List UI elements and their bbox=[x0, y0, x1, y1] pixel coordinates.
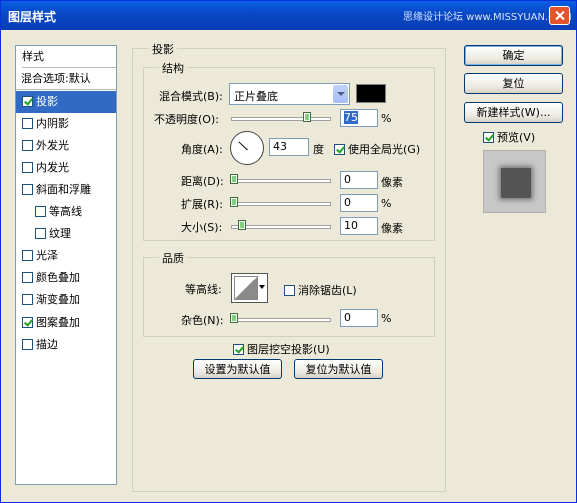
drop-shadow-title: 投影 bbox=[149, 41, 177, 57]
distance-input[interactable]: 0 bbox=[340, 171, 378, 189]
opacity-slider-track[interactable] bbox=[231, 117, 331, 121]
size-unit: 像素 bbox=[381, 222, 403, 235]
opacity-unit: % bbox=[381, 112, 392, 125]
checkbox-icon[interactable] bbox=[22, 118, 33, 129]
angle-dial-hand bbox=[238, 141, 248, 151]
checkbox-icon[interactable] bbox=[483, 132, 494, 143]
checkbox-icon[interactable] bbox=[22, 272, 33, 283]
sidebar-item-contour[interactable]: 等高线 bbox=[16, 201, 116, 223]
checkbox-icon[interactable] bbox=[284, 285, 295, 296]
opacity-input[interactable]: 75 bbox=[340, 109, 378, 127]
chevron-down-icon bbox=[333, 85, 348, 103]
distance-slider-handle[interactable] bbox=[230, 174, 238, 184]
size-slider-track[interactable] bbox=[231, 225, 331, 229]
spread-slider-track[interactable] bbox=[231, 202, 331, 206]
sidebar-item-gradient-overlay[interactable]: 渐变叠加 bbox=[16, 289, 116, 311]
checkbox-icon[interactable] bbox=[35, 228, 46, 239]
noise-slider-handle[interactable] bbox=[230, 313, 238, 323]
angle-dial[interactable] bbox=[230, 131, 264, 165]
checkbox-icon[interactable] bbox=[22, 317, 33, 328]
checkbox-icon[interactable] bbox=[334, 144, 345, 155]
new-style-button[interactable]: 新建样式(W)... bbox=[464, 102, 563, 123]
style-list: 样式 混合选项:默认 投影 内阴影 外发光 内发光 斜面和浮雕 等高线 纹理 光… bbox=[15, 45, 117, 485]
style-preview-thumbnail bbox=[483, 150, 546, 213]
spread-label: 扩展(R): bbox=[181, 198, 223, 211]
sidebar-item-outer-glow[interactable]: 外发光 bbox=[16, 135, 116, 157]
checkbox-icon[interactable] bbox=[22, 96, 33, 107]
sidebar-item-texture[interactable]: 纹理 bbox=[16, 223, 116, 245]
spread-input[interactable]: 0 bbox=[340, 194, 378, 212]
angle-unit: 度 bbox=[313, 143, 324, 156]
preview-checkbox[interactable]: 预览(V) bbox=[483, 129, 535, 145]
close-icon[interactable] bbox=[549, 6, 570, 25]
anti-alias-checkbox[interactable]: 消除锯齿(L) bbox=[284, 282, 357, 298]
noise-label: 杂色(N): bbox=[181, 314, 224, 327]
global-light-checkbox[interactable]: 使用全局光(G) bbox=[334, 141, 420, 157]
reset-button[interactable]: 复位 bbox=[464, 73, 563, 94]
shadow-color-swatch[interactable] bbox=[356, 84, 386, 103]
reset-default-button[interactable]: 复位为默认值 bbox=[294, 359, 383, 379]
contour-picker[interactable] bbox=[231, 273, 268, 303]
blend-mode-select[interactable]: 正片叠底 bbox=[229, 83, 350, 105]
knockout-checkbox[interactable]: 图层挖空投影(U) bbox=[233, 341, 330, 357]
sidebar-item-inner-shadow[interactable]: 内阴影 bbox=[16, 113, 116, 135]
watermark-text: 思缘设计论坛 www.MISSYUAN.COM bbox=[403, 12, 572, 23]
make-default-button[interactable]: 设置为默认值 bbox=[193, 359, 282, 379]
sidebar-item-bevel-emboss[interactable]: 斜面和浮雕 bbox=[16, 179, 116, 201]
style-list-header[interactable]: 样式 bbox=[22, 46, 116, 68]
ok-button[interactable]: 确定 bbox=[464, 45, 563, 66]
sidebar-item-drop-shadow[interactable]: 投影 bbox=[16, 91, 116, 113]
sidebar-item-stroke[interactable]: 描边 bbox=[16, 334, 116, 356]
distance-unit: 像素 bbox=[381, 176, 403, 189]
distance-slider-track[interactable] bbox=[231, 179, 331, 183]
blend-mode-label: 混合模式(B): bbox=[159, 90, 223, 103]
sidebar-item-pattern-overlay[interactable]: 图案叠加 bbox=[16, 312, 116, 334]
structure-title: 结构 bbox=[159, 60, 187, 76]
checkbox-icon[interactable] bbox=[22, 140, 33, 151]
angle-label: 角度(A): bbox=[181, 143, 223, 156]
noise-slider-track[interactable] bbox=[231, 318, 331, 322]
quality-title: 品质 bbox=[159, 250, 187, 266]
opacity-slider-handle[interactable] bbox=[303, 112, 311, 122]
window-title: 图层样式 bbox=[8, 10, 57, 24]
checkbox-icon[interactable] bbox=[22, 184, 33, 195]
noise-input[interactable]: 0 bbox=[340, 309, 378, 327]
checkbox-icon[interactable] bbox=[22, 162, 33, 173]
size-input[interactable]: 10 bbox=[340, 217, 378, 235]
checkbox-icon[interactable] bbox=[22, 339, 33, 350]
preview-square bbox=[501, 168, 531, 198]
size-label: 大小(S): bbox=[181, 221, 223, 234]
noise-unit: % bbox=[381, 312, 392, 325]
chevron-down-icon[interactable] bbox=[259, 285, 265, 289]
size-slider-handle[interactable] bbox=[238, 220, 246, 230]
contour-label: 等高线: bbox=[185, 283, 222, 296]
checkbox-icon[interactable] bbox=[22, 250, 33, 261]
layer-style-dialog: 图层样式 思缘设计论坛 www.MISSYUAN.COM 样式 混合选项:默认 … bbox=[0, 0, 577, 503]
sidebar-item-satin[interactable]: 光泽 bbox=[16, 245, 116, 267]
spread-unit: % bbox=[381, 197, 392, 210]
blend-mode-value: 正片叠底 bbox=[234, 90, 278, 103]
spread-slider-handle[interactable] bbox=[230, 197, 238, 207]
checkbox-icon[interactable] bbox=[35, 206, 46, 217]
blending-options-item[interactable]: 混合选项:默认 bbox=[16, 68, 116, 90]
checkbox-icon[interactable] bbox=[22, 294, 33, 305]
distance-label: 距离(D): bbox=[181, 175, 224, 188]
contour-curve-icon bbox=[234, 276, 258, 300]
title-bar[interactable]: 图层样式 思缘设计论坛 www.MISSYUAN.COM bbox=[1, 1, 576, 30]
sidebar-item-inner-glow[interactable]: 内发光 bbox=[16, 157, 116, 179]
sidebar-item-color-overlay[interactable]: 颜色叠加 bbox=[16, 267, 116, 289]
angle-input[interactable]: 43 bbox=[269, 138, 309, 156]
checkbox-icon[interactable] bbox=[233, 344, 244, 355]
opacity-label: 不透明度(O): bbox=[154, 113, 219, 126]
